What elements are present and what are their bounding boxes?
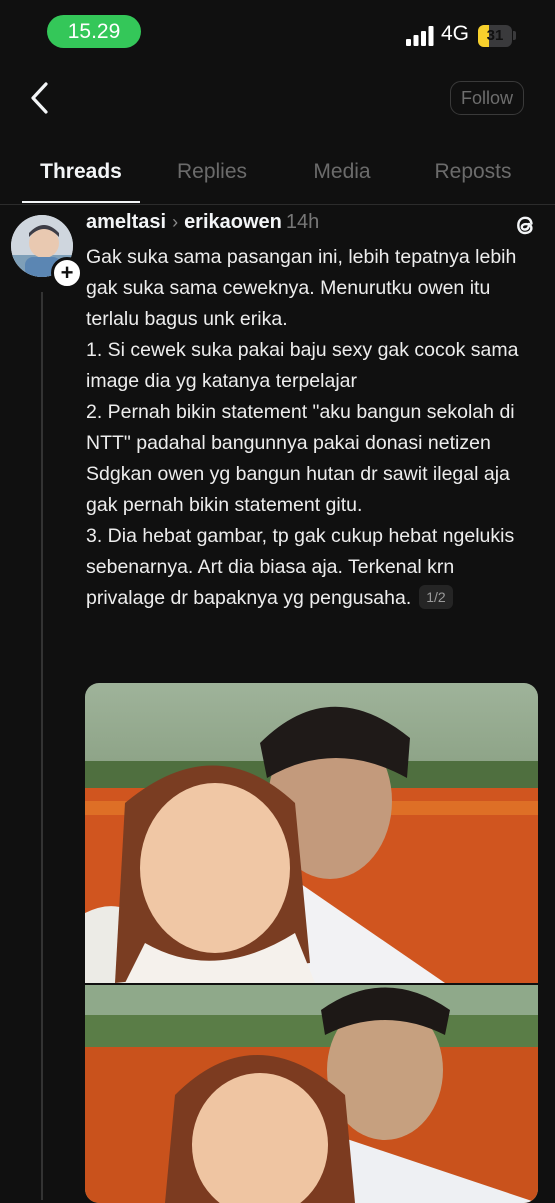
- post-paragraph: 2. Pernah bikin statement "aku bangun se…: [86, 401, 515, 454]
- post-paragraph: 3. Dia hebat gambar, tp gak cukup hebat …: [86, 521, 526, 614]
- post-paragraph: Gak suka sama pasangan ini, lebih tepatn…: [86, 246, 517, 330]
- post-media[interactable]: [85, 683, 538, 1203]
- battery-cap: [513, 31, 516, 40]
- tab-threads[interactable]: Threads: [12, 160, 150, 184]
- follow-button[interactable]: Follow: [450, 81, 524, 115]
- page-indicator: 1/2: [419, 585, 453, 609]
- thread-line: [41, 292, 43, 1200]
- follow-plus-icon[interactable]: +: [51, 257, 83, 289]
- tab-reposts[interactable]: Reposts: [404, 160, 542, 184]
- signal-icon: [406, 26, 434, 46]
- network-label: 4G: [441, 22, 470, 45]
- profile-tabs: Threads Replies Media Reposts: [0, 150, 555, 205]
- post-paragraph: 1. Si cewek suka pakai baju sexy gak coc…: [86, 339, 519, 392]
- post-username[interactable]: ameltasi: [86, 211, 166, 233]
- tab-media[interactable]: Media: [273, 160, 411, 184]
- post-photo[interactable]: [85, 683, 538, 983]
- post-paragraph: Sdgkan owen yg bangun hutan dr sawit ile…: [86, 463, 510, 516]
- status-bar: 15.29 4G 31: [0, 0, 555, 64]
- battery-icon: 31: [478, 25, 512, 47]
- status-time: 15.29: [47, 15, 141, 48]
- post-text: Gak suka sama pasangan ini, lebih tepatn…: [86, 242, 526, 614]
- post-photo[interactable]: [85, 985, 538, 1203]
- tab-replies[interactable]: Replies: [143, 160, 281, 184]
- active-tab-indicator: [22, 201, 140, 203]
- battery-level: 31: [486, 27, 504, 44]
- threads-logo-icon[interactable]: [511, 211, 539, 239]
- post-time: 14h: [285, 211, 320, 233]
- chevron-left-icon[interactable]: [26, 80, 56, 116]
- chevron-right-icon: ›: [172, 212, 179, 232]
- reply-to-username[interactable]: erikaowen: [184, 211, 282, 233]
- post-header: ameltasi › erikaowen 14h: [86, 211, 319, 239]
